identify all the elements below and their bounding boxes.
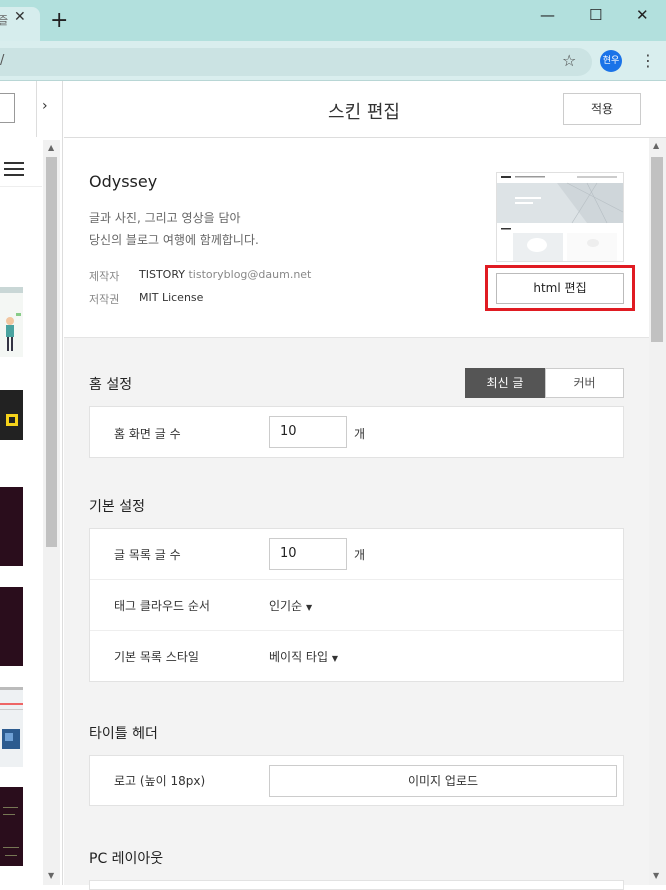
- left-divider-line: [0, 186, 42, 187]
- left-search-input[interactable]: [0, 93, 15, 123]
- pc-layout-panel: [89, 880, 624, 890]
- preview-thumbnail-3: [0, 487, 23, 566]
- chevron-right-icon[interactable]: ›: [42, 98, 48, 114]
- author-name: TISTORY: [139, 268, 185, 281]
- hamburger-menu-icon[interactable]: [4, 158, 24, 180]
- row-divider: [90, 630, 623, 631]
- basic-settings-title: 기본 설정: [89, 499, 145, 515]
- minimize-icon[interactable]: —: [540, 6, 555, 24]
- toggle-latest-posts[interactable]: 최신 글: [465, 368, 545, 398]
- logo-label: 로고 (높이 18px): [114, 774, 206, 788]
- profile-avatar[interactable]: 현우: [600, 50, 622, 72]
- license-value: MIT License: [139, 291, 204, 304]
- preview-thumbnail-2: [0, 387, 23, 447]
- skin-description-line2: 당신의 블로그 여행에 함께합니다.: [89, 233, 259, 247]
- author-value: TISTORY tistoryblog@daum.net: [139, 268, 311, 281]
- preview-thumbnail-1: [0, 287, 23, 357]
- left-scrollbar-thumb[interactable]: [46, 157, 57, 547]
- skin-preview-image: [496, 172, 624, 262]
- list-count-label: 글 목록 글 수: [114, 548, 181, 562]
- image-upload-button[interactable]: 이미지 업로드: [269, 765, 617, 797]
- scroll-down-icon[interactable]: ▼: [48, 871, 54, 880]
- home-posts-input[interactable]: 10: [269, 416, 347, 448]
- preview-thumbnail-4: [0, 587, 23, 666]
- row-divider: [90, 579, 623, 580]
- toggle-cover[interactable]: 커버: [545, 368, 624, 398]
- list-style-dropdown[interactable]: 베이직 타입 ▼: [269, 648, 338, 665]
- home-posts-label: 홈 화면 글 수: [114, 427, 181, 441]
- list-count-unit: 개: [354, 548, 366, 562]
- browser-tab-bar: [0, 0, 666, 41]
- browser-tab-title: 즐: [0, 14, 9, 27]
- license-label: 저작권: [89, 293, 120, 306]
- preview-thumbnail-5: [0, 687, 23, 767]
- home-settings-title: 홈 설정: [89, 377, 133, 393]
- bookmark-star-icon[interactable]: ☆: [562, 51, 576, 70]
- title-header-title: 타이틀 헤더: [89, 726, 158, 742]
- right-scrollbar-thumb[interactable]: [651, 157, 663, 342]
- scroll-down-icon[interactable]: ▼: [653, 871, 659, 880]
- author-label: 제작자: [89, 270, 120, 283]
- tag-cloud-dropdown[interactable]: 인기순 ▼: [269, 597, 312, 614]
- tab-close-icon[interactable]: ✕: [14, 9, 26, 25]
- address-text: /: [0, 53, 5, 68]
- close-window-icon[interactable]: ✕: [636, 6, 649, 24]
- home-posts-unit: 개: [354, 427, 366, 441]
- maximize-icon[interactable]: ☐: [589, 6, 602, 24]
- tag-cloud-value: 인기순: [269, 599, 303, 613]
- scroll-up-icon[interactable]: ▲: [653, 141, 659, 150]
- pc-layout-title: PC 레이아웃: [89, 851, 164, 867]
- author-email: tistoryblog@daum.net: [188, 268, 312, 281]
- preview-thumbnail-6: [0, 787, 23, 866]
- dropdown-caret-icon: ▼: [305, 603, 313, 612]
- scroll-up-icon[interactable]: ▲: [48, 143, 54, 152]
- address-bar[interactable]: [0, 48, 592, 76]
- skin-description-line1: 글과 사진, 그리고 영상을 담아: [89, 211, 241, 225]
- skin-name: Odyssey: [89, 172, 158, 191]
- apply-button[interactable]: 적용: [563, 93, 641, 125]
- left-divider: [36, 81, 37, 137]
- tag-cloud-label: 태그 클라우드 순서: [114, 599, 210, 613]
- browser-menu-icon[interactable]: ⋮: [640, 50, 656, 72]
- dropdown-caret-icon: ▼: [331, 654, 338, 663]
- new-tab-button[interactable]: +: [50, 10, 68, 32]
- list-count-input[interactable]: 10: [269, 538, 347, 570]
- list-style-value: 베이직 타입: [269, 650, 329, 664]
- highlight-annotation-box: [485, 265, 635, 311]
- list-style-label: 기본 목록 스타일: [114, 650, 199, 664]
